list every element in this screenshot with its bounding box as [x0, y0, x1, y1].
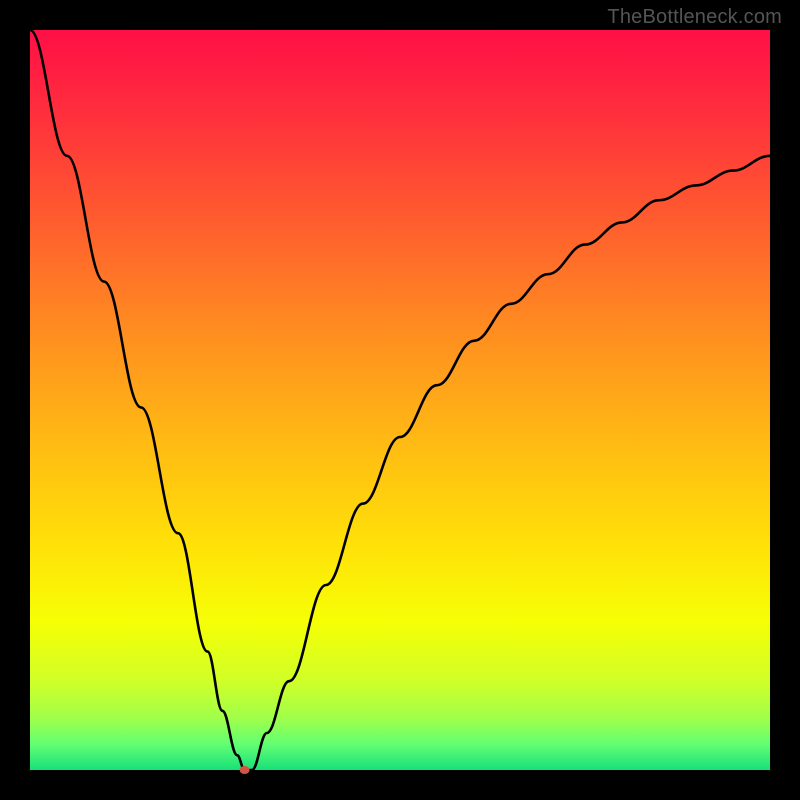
curve-marker [240, 766, 250, 774]
chart-svg [0, 0, 800, 800]
chart-container: TheBottleneck.com [0, 0, 800, 800]
plot-background [30, 30, 770, 770]
watermark: TheBottleneck.com [607, 6, 782, 29]
